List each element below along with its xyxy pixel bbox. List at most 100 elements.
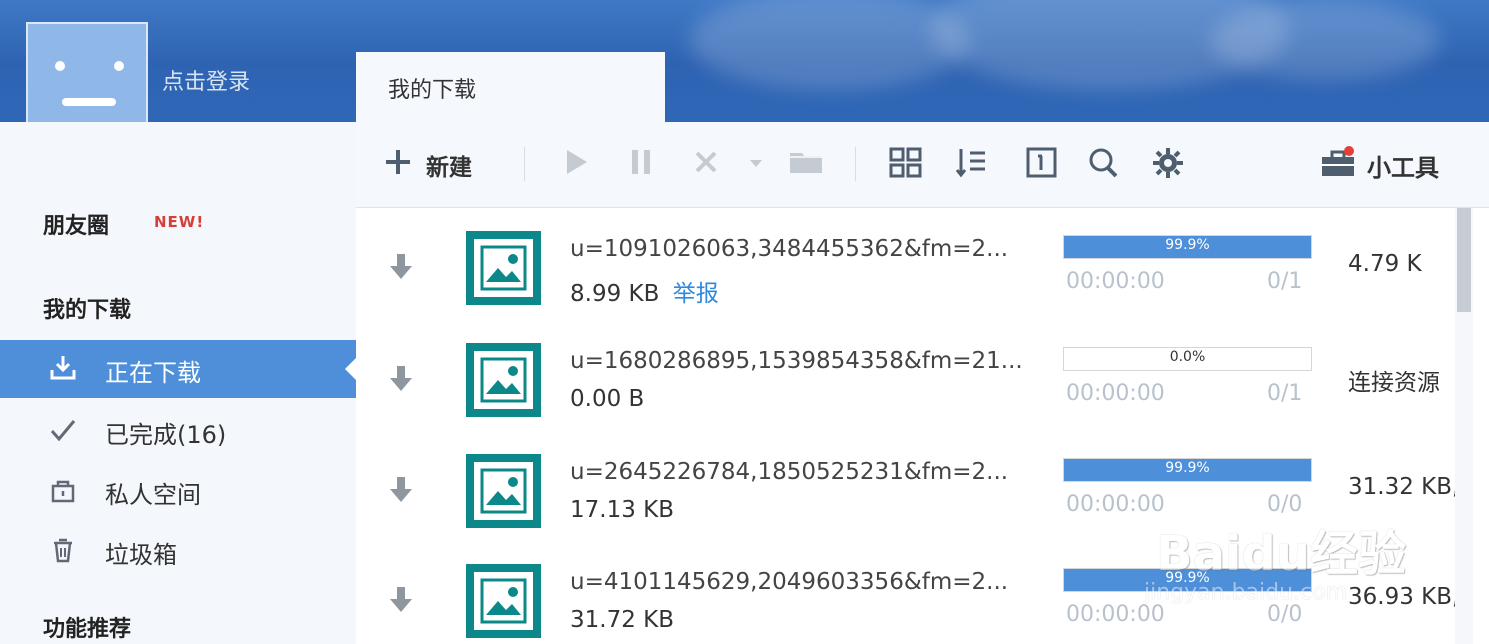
header-cloud-decoration	[1210, 0, 1440, 80]
progress-text: 99.9%	[1165, 237, 1210, 253]
download-row[interactable]: u=1091026063,3484455362&fm=2... 8.99 KB …	[356, 211, 1454, 321]
file-name: u=2645226784,1850525231&fm=2...	[570, 459, 1009, 485]
delete-button[interactable]	[690, 146, 722, 182]
download-arrow-icon	[386, 585, 416, 615]
image-file-icon	[466, 454, 541, 528]
open-folder-button[interactable]	[787, 146, 825, 182]
file-size: 0.00 B	[570, 386, 644, 412]
sidebar-item-downloading[interactable]: 正在下载	[0, 340, 357, 398]
friends-title[interactable]: 朋友圈	[43, 208, 109, 240]
avatar-mouth	[62, 98, 116, 106]
file-name: u=1091026063,3484455362&fm=2...	[570, 236, 1009, 262]
check-icon	[49, 416, 77, 444]
sidebar-item-trash[interactable]: 垃圾箱	[0, 522, 356, 580]
image-file-icon	[466, 231, 541, 305]
start-button[interactable]	[562, 146, 592, 182]
toolbar-divider	[855, 147, 856, 181]
toolbar: 新建 小工具	[356, 122, 1489, 208]
delete-options-dropdown[interactable]	[746, 146, 766, 182]
file-name: u=1680286895,1539854358&fm=21...	[570, 348, 1023, 374]
info-icon	[1024, 146, 1060, 180]
pause-icon	[626, 146, 656, 178]
tab-my-downloads[interactable]: 我的下载	[356, 52, 665, 124]
report-link[interactable]: 举报	[673, 281, 719, 307]
search-icon	[1086, 146, 1122, 180]
vertical-scrollbar[interactable]	[1455, 208, 1473, 644]
gear-icon	[1151, 146, 1187, 180]
remaining-time: 00:00:00	[1066, 492, 1165, 517]
task-info-button[interactable]	[1024, 146, 1060, 182]
file-name: u=4101145629,2049603356&fm=2...	[570, 569, 1009, 595]
new-task-label: 新建	[426, 155, 472, 181]
pause-button[interactable]	[626, 146, 656, 182]
image-file-icon	[466, 564, 541, 638]
toolbox-icon	[1319, 146, 1359, 184]
file-size-value: 0.00 B	[570, 386, 645, 412]
scrollbar-thumb[interactable]	[1457, 208, 1471, 312]
file-size: 31.72 KB	[570, 607, 674, 633]
progress-bar: 99.9%	[1063, 568, 1312, 592]
progress-bar: 0.0%	[1063, 347, 1312, 371]
download-status: 连接资源	[1348, 370, 1440, 396]
download-speed: 36.93 KB,	[1348, 584, 1460, 610]
sidebar-item-label: 已完成(16)	[105, 421, 227, 449]
download-speed: 31.32 KB,	[1348, 474, 1460, 500]
sidebar-item-label: 正在下载	[105, 359, 201, 387]
login-link[interactable]: 点击登录	[162, 64, 250, 96]
progress-bar: 99.9%	[1063, 235, 1312, 259]
avatar-left-eye	[55, 61, 65, 71]
file-size-value: 8.99 KB	[570, 281, 660, 307]
image-file-icon	[466, 343, 541, 417]
sidebar-item-label: 垃圾箱	[105, 541, 177, 569]
new-badge: NEW!	[154, 213, 205, 231]
download-arrow-icon	[386, 475, 416, 505]
avatar-right-eye	[114, 61, 124, 71]
search-button[interactable]	[1086, 146, 1122, 182]
dropdown-icon	[746, 146, 766, 178]
grid-view-button[interactable]	[888, 146, 924, 182]
connection-count: 0/0	[1267, 492, 1303, 517]
sort-button[interactable]	[954, 146, 990, 182]
progress-text: 99.9%	[1165, 460, 1210, 476]
folder-icon	[787, 146, 825, 178]
mini-tools-label: 小工具	[1367, 154, 1439, 182]
settings-button[interactable]	[1151, 146, 1187, 182]
sidebar-item-private-space[interactable]: 私人空间	[0, 462, 356, 520]
progress-text: 0.0%	[1169, 349, 1206, 365]
download-list: u=1091026063,3484455362&fm=2... 8.99 KB …	[356, 208, 1489, 644]
lock-icon	[49, 476, 77, 504]
connection-count: 0/0	[1267, 602, 1303, 627]
file-size: 17.13 KB	[570, 497, 674, 523]
play-icon	[562, 146, 592, 178]
file-size-value: 31.72 KB	[570, 607, 675, 633]
remaining-time: 00:00:00	[1066, 602, 1165, 627]
download-icon	[49, 354, 77, 382]
tab-label: 我的下载	[388, 78, 477, 103]
trash-icon	[49, 536, 77, 564]
feature-recommend-title: 功能推荐	[43, 617, 132, 642]
download-row[interactable]: u=2645226784,1850525231&fm=2... 17.13 KB…	[356, 434, 1459, 544]
toolbar-divider	[524, 147, 525, 181]
download-arrow-icon	[386, 252, 416, 282]
window-header	[0, 0, 1489, 122]
sort-icon	[954, 146, 990, 180]
mini-tools-button[interactable]: 小工具	[1319, 144, 1451, 182]
progress-bar: 99.9%	[1063, 458, 1312, 482]
header-cloud-decoration	[690, 0, 970, 90]
new-task-button[interactable]: 新建	[382, 146, 492, 182]
my-downloads-title: 我的下载	[43, 298, 132, 323]
delete-icon	[690, 146, 722, 178]
sidebar-item-completed[interactable]: 已完成(16)	[0, 402, 356, 460]
file-size: 8.99 KB 举报	[570, 274, 719, 308]
grid-icon	[888, 146, 924, 180]
download-arrow-icon	[386, 364, 416, 394]
remaining-time: 00:00:00	[1066, 269, 1165, 294]
download-row[interactable]: u=4101145629,2049603356&fm=2... 31.72 KB…	[356, 544, 1459, 644]
progress-text: 99.9%	[1165, 570, 1210, 586]
connection-count: 0/1	[1267, 381, 1303, 406]
file-size-value: 17.13 KB	[570, 497, 675, 523]
download-speed: 4.79 K	[1348, 251, 1422, 277]
connection-count: 0/1	[1267, 269, 1303, 294]
download-row[interactable]: u=1680286895,1539854358&fm=21... 0.00 B …	[356, 323, 1454, 433]
sidebar-item-label: 私人空间	[105, 481, 201, 509]
